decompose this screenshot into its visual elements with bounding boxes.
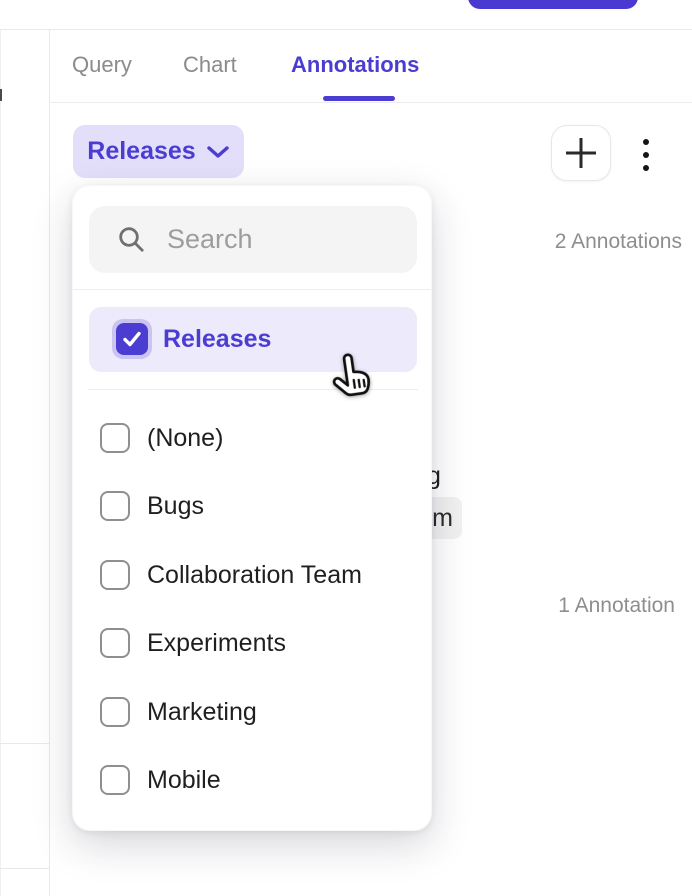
checkbox-unchecked-icon[interactable] <box>100 628 130 658</box>
option-label: Mobile <box>147 766 221 795</box>
plus-icon <box>561 133 601 173</box>
filter-label: Releases <box>87 137 195 166</box>
checkbox-focus-ring <box>112 319 152 359</box>
top-divider <box>0 29 692 30</box>
option-label: Collaboration Team <box>147 561 362 590</box>
releases-filter-dropdown-button[interactable]: Releases <box>73 125 244 178</box>
checkbox-unchecked-icon[interactable] <box>100 697 130 727</box>
clipped-left-content <box>0 89 2 101</box>
option-mobile[interactable]: Mobile <box>89 750 417 810</box>
left-column-divider-2 <box>0 868 49 869</box>
option-collaboration-team[interactable]: Collaboration Team <box>89 545 417 605</box>
checkbox-unchecked-icon[interactable] <box>100 423 130 453</box>
kebab-dot <box>643 165 649 171</box>
annotation-count-top: 2 Annotations <box>555 230 682 254</box>
more-options-button[interactable] <box>630 130 662 180</box>
option-none[interactable]: (None) <box>89 408 417 468</box>
search-icon <box>118 226 145 253</box>
checkbox-unchecked-icon[interactable] <box>100 491 130 521</box>
option-label: Experiments <box>147 629 286 658</box>
occluded-chip-text: m <box>432 504 453 533</box>
tab-chart[interactable]: Chart <box>183 52 237 78</box>
option-releases[interactable]: Releases <box>89 307 417 372</box>
tabbar-bottom-border <box>49 102 692 103</box>
annotation-count-bottom: 1 Annotation <box>558 594 675 618</box>
add-annotation-button[interactable] <box>551 125 611 181</box>
annotation-sets-dropdown: Releases (None) Bugs Collaboration Team … <box>72 185 432 831</box>
window-left-edge <box>0 30 1 896</box>
checkbox-checked-icon[interactable] <box>116 323 148 355</box>
panel-divider <box>88 389 418 390</box>
primary-action-button[interactable] <box>468 0 638 9</box>
sidebar-divider <box>49 30 50 896</box>
active-tab-underline <box>323 96 395 101</box>
kebab-dot <box>643 139 649 145</box>
tab-query[interactable]: Query <box>72 52 132 78</box>
panel-divider <box>73 289 431 290</box>
option-experiments[interactable]: Experiments <box>89 613 417 673</box>
left-column-divider-1 <box>0 743 49 744</box>
option-label: Bugs <box>147 492 204 521</box>
option-marketing[interactable]: Marketing <box>89 682 417 742</box>
search-input[interactable] <box>167 224 387 255</box>
tab-annotations[interactable]: Annotations <box>291 52 419 78</box>
chevron-down-icon <box>206 145 230 159</box>
option-label: (None) <box>147 424 223 453</box>
option-label: Releases <box>163 325 271 354</box>
checkbox-unchecked-icon[interactable] <box>100 560 130 590</box>
option-bugs[interactable]: Bugs <box>89 476 417 536</box>
option-label: Marketing <box>147 698 257 727</box>
kebab-dot <box>643 152 649 158</box>
search-box[interactable] <box>89 206 417 273</box>
checkbox-unchecked-icon[interactable] <box>100 765 130 795</box>
